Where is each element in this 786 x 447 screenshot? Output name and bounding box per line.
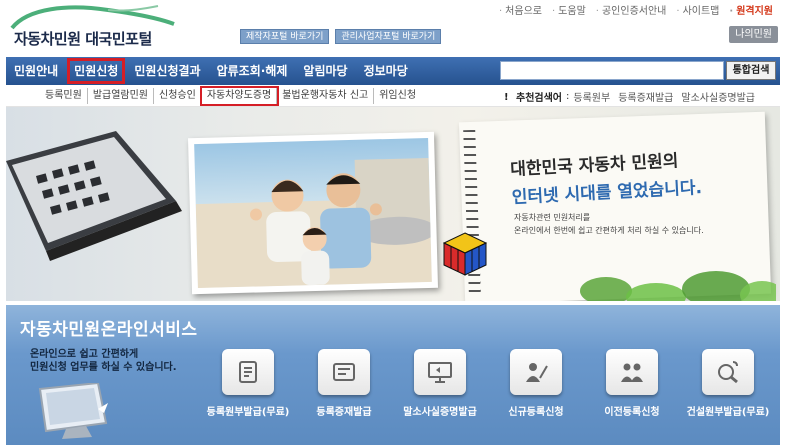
service-desc-line-1: 온라인으로 쉽고 간편하게: [30, 349, 139, 360]
recommended-keywords: ! 추천검색어 : 등록원부 등록증재발급 말소사실증명발급: [504, 89, 759, 104]
util-sitemap-link[interactable]: 사이트맵: [671, 2, 724, 17]
sub-item-approval[interactable]: 신청승인: [154, 88, 202, 104]
sub-menu: 등록민원 발급열람민원 신청승인 자동차양도증명 불법운행자동차 신고 위임신청: [40, 85, 421, 107]
service-title: 자동차민원온라인서비스: [20, 320, 198, 340]
utility-nav: 처음으로 도움말 공인인증서안내 사이트맵 원격지원: [494, 2, 778, 17]
sub-item-illegal-report[interactable]: 불법운행자동차 신고: [277, 88, 375, 104]
logo-car-arc-icon: [10, 5, 175, 30]
family-illustration: [195, 157, 432, 289]
util-remote-support-link[interactable]: 원격지원: [724, 2, 778, 17]
sub-item-transfer-certificate[interactable]: 자동차양도증명: [199, 86, 280, 106]
sub-item-registration[interactable]: 등록민원: [40, 88, 88, 104]
online-service-section: 자동차민원온라인서비스 온라인으로 쉽고 간편하게 민원신청 업무를 하실 수 …: [6, 305, 780, 445]
main-banner: 대한민국 자동차 민원의 인터넷 시대를 열었습니다. 자동차관련 민원처리를 …: [6, 107, 780, 301]
util-help-link[interactable]: 도움말: [547, 2, 591, 17]
service-new-registration[interactable]: 신규등록신청: [488, 349, 584, 418]
manager-portal-button[interactable]: 관리사업자포털 바로가기: [335, 29, 442, 44]
nav-item-notice[interactable]: 알림마당: [295, 57, 355, 85]
site-logo[interactable]: 자동차민원 대국민포털: [8, 4, 178, 52]
rubiks-cube-icon: [442, 232, 488, 276]
recommended-keyword[interactable]: 등록원부: [569, 89, 614, 104]
portal-buttons: 제작자포털 바로가기 관리사업자포털 바로가기: [240, 29, 442, 44]
maker-portal-button[interactable]: 제작자포털 바로가기: [240, 29, 330, 44]
transfer-people-icon: [606, 349, 658, 395]
banner-slogan: 대한민국 자동차 민원의 인터넷 시대를 열었습니다.: [510, 146, 703, 212]
service-label: 이전등록신청: [604, 407, 660, 418]
search-input[interactable]: [500, 61, 724, 80]
service-desc-line-2: 민원신청 업무를 하실 수 있습니다.: [30, 362, 177, 373]
logo-text: 자동차민원 대국민포털: [14, 28, 152, 49]
sub-item-issue-view[interactable]: 발급열람민원: [88, 88, 155, 104]
service-list: 등록원부발급(무료) 등록증재발급 말소사실증명발급 신규등록신청 이전등록신청: [200, 349, 776, 418]
recommended-keyword[interactable]: 등록증재발급: [614, 89, 677, 104]
sub-nav: 등록민원 발급열람민원 신청승인 자동차양도증명 불법운행자동차 신고 위임신청…: [6, 85, 780, 107]
monitor-illustration: [38, 383, 108, 439]
main-nav: 민원안내 민원신청 민원신청결과 압류조회·해제 알림마당 정보마당 통합검색: [6, 57, 780, 85]
logo-text-main: 자동차민원: [14, 30, 81, 48]
monitor-icon: [414, 349, 466, 395]
service-label: 등록원부발급(무료): [206, 407, 290, 418]
service-description: 온라인으로 쉽고 간편하게 민원신청 업무를 하실 수 있습니다.: [30, 348, 177, 374]
recommended-label: 추천검색어: [516, 93, 562, 104]
service-label: 등록증재발급: [316, 407, 372, 418]
document-icon: [222, 349, 274, 395]
nav-item-guide[interactable]: 민원안내: [6, 57, 66, 85]
service-construction-doc[interactable]: 건설원부발급(무료): [680, 349, 776, 418]
service-label: 신규등록신청: [508, 407, 564, 418]
person-pen-icon: [510, 349, 562, 395]
service-transfer-registration[interactable]: 이전등록신청: [584, 349, 680, 418]
nav-item-apply[interactable]: 민원신청: [66, 57, 126, 85]
family-photo-image: [194, 137, 432, 289]
service-register-doc[interactable]: 등록원부발급(무료): [200, 349, 296, 418]
banner-description: 자동차관련 민원처리를 온라인에서 한번에 쉽고 간편하게 처리 하실 수 있습…: [514, 211, 704, 237]
util-certificate-link[interactable]: 공인인증서안내: [591, 2, 672, 17]
my-petitions-button[interactable]: 나의민원: [729, 26, 778, 43]
family-photo: [188, 131, 438, 295]
banner-desc-line-1: 자동차관련 민원처리를: [514, 213, 591, 222]
search-zoom-icon: [702, 349, 754, 395]
laptop-illustration: [6, 131, 182, 261]
util-home-link[interactable]: 처음으로: [494, 2, 547, 17]
recommended-keyword[interactable]: 말소사실증명발급: [677, 89, 759, 104]
logo-text-sub: 대국민포털: [85, 30, 152, 48]
exclamation-icon: !: [504, 91, 509, 103]
registration-card-icon: [318, 349, 370, 395]
sub-item-delegation[interactable]: 위임신청: [374, 88, 421, 104]
nav-item-results[interactable]: 민원신청결과: [126, 57, 208, 85]
service-label: 건설원부발급(무료): [686, 407, 770, 418]
leaves-decoration: [580, 271, 776, 301]
main-menu: 민원안내 민원신청 민원신청결과 압류조회·해제 알림마당 정보마당: [6, 57, 416, 85]
service-label: 말소사실증명발급: [403, 407, 477, 418]
search-button[interactable]: 통합검색: [726, 61, 776, 80]
service-reissue-card[interactable]: 등록증재발급: [296, 349, 392, 418]
nav-item-info[interactable]: 정보마당: [356, 57, 416, 85]
nav-item-seizure[interactable]: 압류조회·해제: [209, 57, 296, 85]
banner-desc-line-2: 온라인에서 한번에 쉽고 간편하게 처리 하실 수 있습니다.: [514, 226, 704, 235]
service-deregistration-cert[interactable]: 말소사실증명발급: [392, 349, 488, 418]
